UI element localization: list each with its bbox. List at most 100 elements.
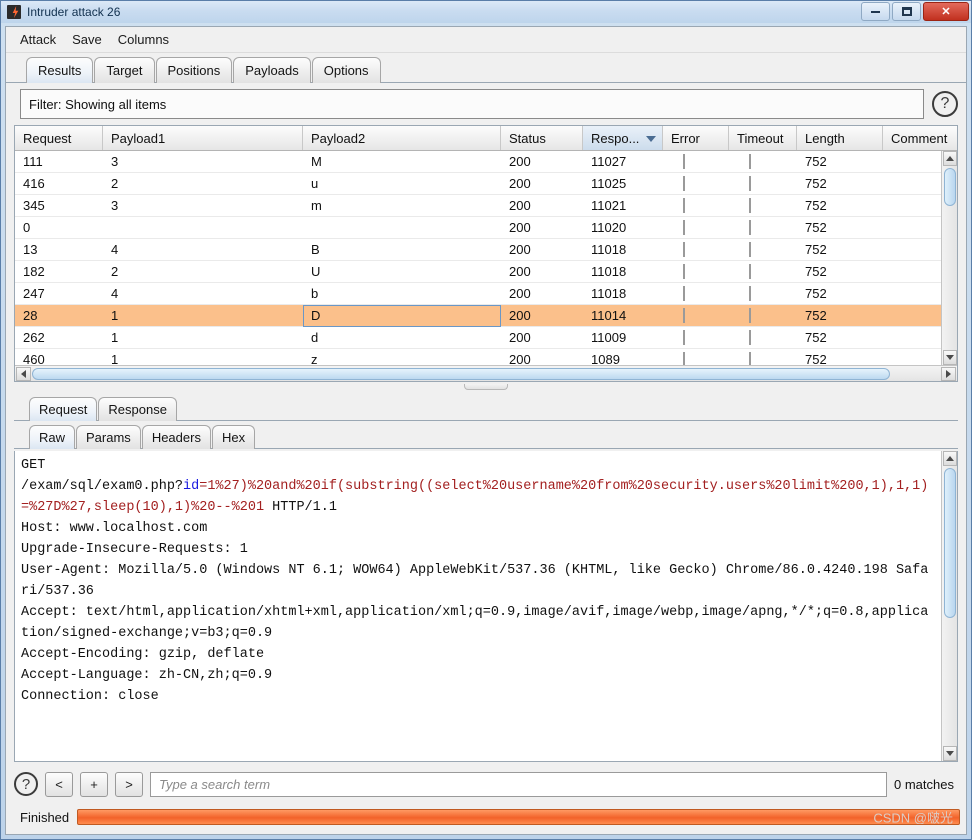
error-checkbox[interactable] [683,286,685,301]
tab-options[interactable]: Options [311,57,381,83]
panel-splitter[interactable] [14,382,958,392]
menu-item-attack[interactable]: Attack [20,32,56,47]
search-prev-button[interactable]: < [45,771,73,797]
cell-timeout[interactable] [729,176,797,191]
scroll-left-icon[interactable] [16,366,31,381]
table-row[interactable]: 460 1 z 200 1089 752 [15,349,941,365]
timeout-checkbox[interactable] [749,198,751,213]
column-header-payload2[interactable]: Payload2 [303,126,501,150]
error-checkbox[interactable] [683,154,685,169]
cell-error[interactable] [663,264,729,279]
search-input[interactable]: Type a search term [150,771,888,797]
cell-error[interactable] [663,308,729,323]
table-row[interactable]: 111 3 M 200 11027 752 [15,151,941,173]
cell-request: 247 [23,286,45,301]
column-header-request[interactable]: Request [15,126,103,150]
filter-button[interactable]: Filter: Showing all items [20,89,924,119]
cell-timeout[interactable] [729,330,797,345]
error-checkbox[interactable] [683,308,685,323]
cell-timeout[interactable] [729,154,797,169]
timeout-checkbox[interactable] [749,308,751,323]
tab-target[interactable]: Target [94,57,155,83]
timeout-checkbox[interactable] [749,330,751,345]
minimize-button[interactable] [861,2,890,21]
cell-error[interactable] [663,286,729,301]
raw-request-text[interactable]: GET /exam/sql/exam0.php?id=1%27)%20and%2… [15,451,941,761]
timeout-checkbox[interactable] [749,352,751,365]
table-row[interactable]: 416 2 u 200 11025 752 [15,173,941,195]
help-icon[interactable]: ? [932,91,958,117]
cell-timeout[interactable] [729,242,797,257]
column-header-response[interactable]: Respo... [583,126,663,150]
table-row[interactable]: 28 1 D 200 11014 752 [15,304,941,327]
timeout-checkbox[interactable] [749,220,751,235]
raw-vertical-scrollbar[interactable] [941,451,957,761]
cell-error[interactable] [663,154,729,169]
scroll-down-icon[interactable] [942,350,957,365]
search-next-button[interactable]: > [115,771,143,797]
scroll-right-icon[interactable] [941,366,956,381]
cell-timeout[interactable] [729,264,797,279]
vertical-scroll-thumb[interactable] [943,168,956,206]
error-checkbox[interactable] [683,242,685,257]
splitter-grip[interactable] [464,384,508,390]
cell-error[interactable] [663,242,729,257]
timeout-checkbox[interactable] [749,286,751,301]
tab-request[interactable]: Request [29,397,98,421]
column-header-timeout[interactable]: Timeout [729,126,797,150]
column-header-status[interactable]: Status [501,126,583,150]
cell-error[interactable] [663,330,729,345]
cell-status: 200 [509,242,531,257]
cell-error[interactable] [663,220,729,235]
cell-error[interactable] [663,198,729,213]
error-checkbox[interactable] [683,330,685,345]
table-row[interactable]: 0 200 11020 752 [15,217,941,239]
search-help-icon[interactable]: ? [14,772,38,796]
cell-timeout[interactable] [729,220,797,235]
cell-error[interactable] [663,176,729,191]
error-checkbox[interactable] [683,176,685,191]
column-header-length[interactable]: Length [797,126,883,150]
cell-timeout[interactable] [729,308,797,323]
table-row[interactable]: 345 3 m 200 11021 752 [15,195,941,217]
column-header-comment[interactable]: Comment [883,126,957,150]
timeout-checkbox[interactable] [749,176,751,191]
error-checkbox[interactable] [683,352,685,365]
tab-positions[interactable]: Positions [155,57,233,83]
close-button[interactable]: ✕ [923,2,969,21]
cell-timeout[interactable] [729,198,797,213]
error-checkbox[interactable] [683,198,685,213]
cell-timeout[interactable] [729,286,797,301]
raw-scroll-up-icon[interactable] [942,451,957,466]
tab-params[interactable]: Params [76,425,141,449]
menu-item-save[interactable]: Save [72,32,102,47]
raw-scroll-down-icon[interactable] [942,746,957,761]
error-checkbox[interactable] [683,220,685,235]
timeout-checkbox[interactable] [749,154,751,169]
maximize-button[interactable] [892,2,921,21]
column-header-error[interactable]: Error [663,126,729,150]
scroll-up-icon[interactable] [942,151,957,166]
horizontal-scroll-thumb[interactable] [32,367,890,380]
timeout-checkbox[interactable] [749,264,751,279]
cell-timeout[interactable] [729,352,797,365]
timeout-checkbox[interactable] [749,242,751,257]
column-header-payload1[interactable]: Payload1 [103,126,303,150]
menu-item-columns[interactable]: Columns [118,32,169,47]
table-row[interactable]: 247 4 b 200 11018 752 [15,283,941,305]
table-row[interactable]: 13 4 B 200 11018 752 [15,239,941,261]
search-add-button[interactable]: + [80,771,108,797]
cell-error[interactable] [663,352,729,365]
tab-response[interactable]: Response [98,397,177,421]
tab-headers[interactable]: Headers [141,425,211,449]
results-horizontal-scrollbar[interactable] [15,365,957,381]
tab-payloads[interactable]: Payloads [233,57,311,83]
tab-hex[interactable]: Hex [211,425,256,449]
error-checkbox[interactable] [683,264,685,279]
results-vertical-scrollbar[interactable] [941,151,957,365]
tab-raw[interactable]: Raw [29,425,76,449]
raw-vertical-scroll-thumb[interactable] [943,468,956,618]
tab-results[interactable]: Results [26,57,94,83]
table-row[interactable]: 182 2 U 200 11018 752 [15,261,941,283]
table-row[interactable]: 262 1 d 200 11009 752 [15,327,941,349]
